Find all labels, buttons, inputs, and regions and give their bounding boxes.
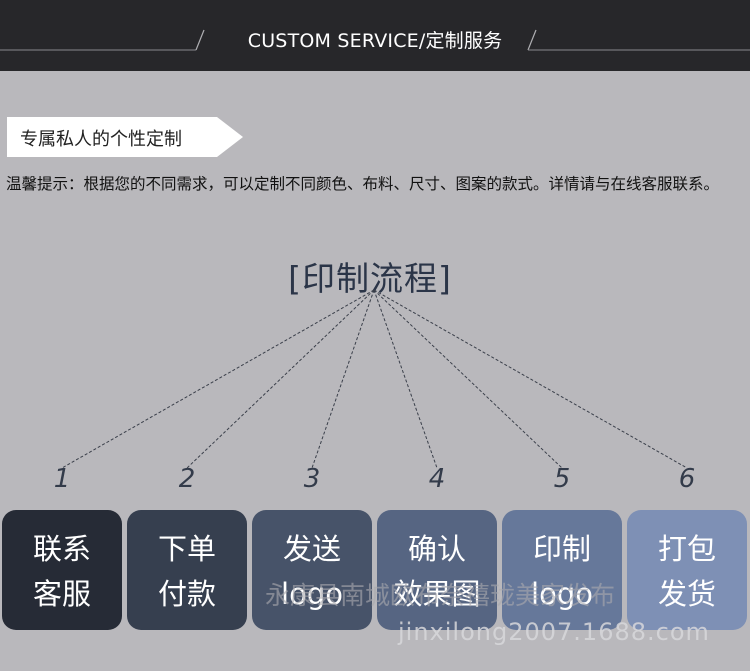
- step-label-line1: 打包: [657, 532, 716, 566]
- step-number-1: 1: [53, 464, 71, 494]
- connector-line-4: [373, 289, 438, 469]
- connector-line-2: [186, 289, 375, 469]
- step-label-line1: 下单: [157, 532, 216, 566]
- connector-line-1: [61, 289, 375, 469]
- step-label-line2: 付款: [157, 577, 216, 611]
- step-box-1: 联系 客服: [2, 510, 122, 630]
- step-label-line1: 联系: [32, 532, 91, 566]
- watermark-text: 永康县南城欧布奈禧珑美家发布: [265, 581, 616, 610]
- connector-line-5: [373, 289, 563, 469]
- connector-line-3: [311, 289, 375, 469]
- step-label-line1: 确认: [407, 532, 466, 566]
- step-box-4: 确认 效果图: [377, 510, 497, 630]
- step-number-2: 2: [178, 464, 196, 494]
- step-number-3: 3: [303, 464, 321, 494]
- step-box-3: 发送 logo: [252, 510, 372, 630]
- watermark-url: jinxilong2007.1688.com: [398, 618, 710, 646]
- step-box-2: 下单 付款: [127, 510, 247, 630]
- step-label-line2: 客服: [32, 577, 91, 611]
- step-number-6: 6: [678, 464, 696, 494]
- step-box-5: 印制 logo: [502, 510, 622, 630]
- step-label-line1: 发送: [282, 532, 341, 566]
- step-number-4: 4: [428, 464, 446, 494]
- step-label-line1: 印制: [532, 532, 591, 566]
- step-number-5: 5: [553, 464, 571, 494]
- step-box-6: 打包 发货: [627, 510, 747, 630]
- step-label-line2: 发货: [657, 577, 716, 611]
- connector-line-6: [373, 289, 688, 469]
